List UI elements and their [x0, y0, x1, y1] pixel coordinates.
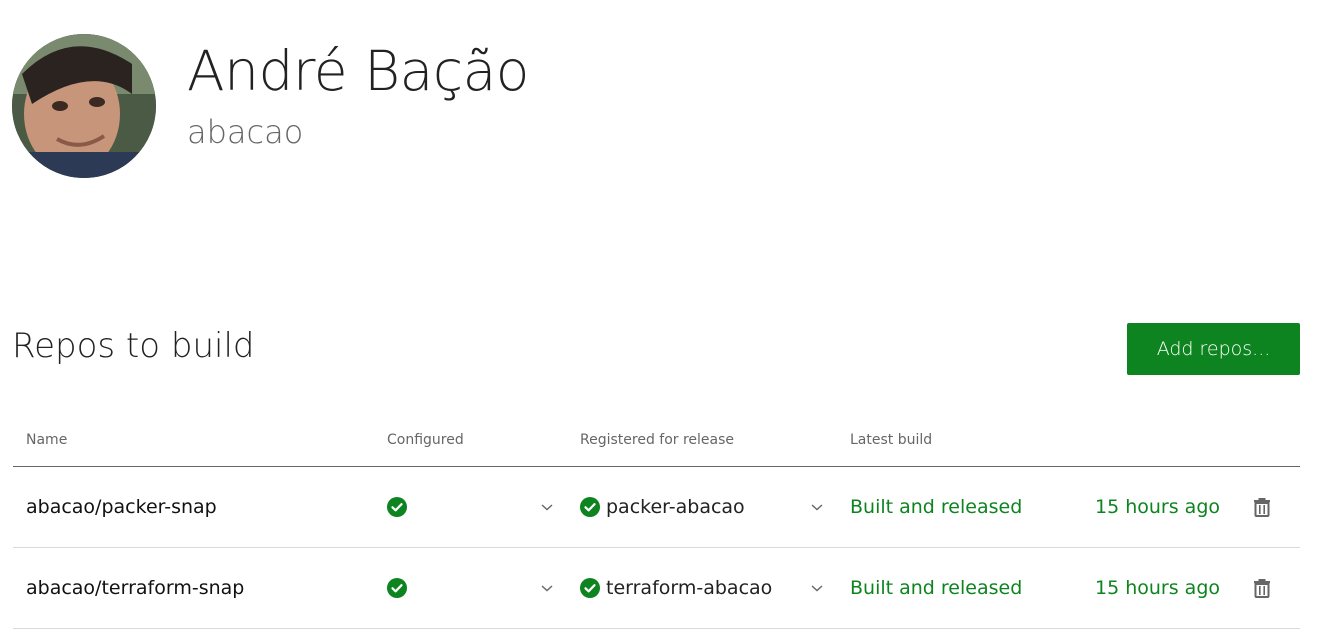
check-circle-icon — [580, 497, 600, 517]
build-time: 15 hours ago — [1095, 577, 1221, 599]
build-time-cell: 15 hours ago — [1095, 548, 1220, 628]
chevron-down-icon[interactable] — [810, 500, 824, 514]
header-name: Name — [26, 432, 68, 448]
build-status-link[interactable]: Built and released — [850, 496, 1022, 518]
configured-cell — [387, 467, 407, 547]
check-circle-icon — [387, 497, 407, 517]
registered-cell: terraform-abacao — [580, 548, 772, 628]
chevron-down-icon[interactable] — [540, 500, 554, 514]
configured-toggle[interactable] — [540, 548, 554, 628]
header-configured: Configured — [387, 432, 464, 448]
avatar-photo — [12, 34, 156, 178]
build-status-cell: Built and released — [850, 467, 1022, 547]
snap-name: packer-abacao — [606, 496, 745, 518]
add-repos-button[interactable]: Add repos... — [1127, 323, 1300, 375]
repo-name: abacao/packer-snap — [26, 496, 217, 518]
registered-toggle[interactable] — [810, 548, 824, 628]
table-header: Name Configured Registered for release L… — [13, 418, 1300, 467]
chevron-down-icon[interactable] — [540, 581, 554, 595]
table-row: abacao/terraform-snap terraform-abacao B… — [13, 548, 1300, 629]
chevron-down-icon[interactable] — [810, 581, 824, 595]
table-row: abacao/packer-snap packer-abacao Built a… — [13, 467, 1300, 548]
header-latest-build: Latest build — [850, 432, 933, 448]
configured-cell — [387, 548, 407, 628]
repos-table: Name Configured Registered for release L… — [13, 418, 1300, 629]
trash-icon[interactable] — [1251, 496, 1273, 518]
delete-cell — [1251, 467, 1273, 547]
delete-cell — [1251, 548, 1273, 628]
snap-name: terraform-abacao — [606, 577, 773, 599]
section-title: Repos to build — [12, 326, 255, 366]
build-status-cell: Built and released — [850, 548, 1022, 628]
build-status-link[interactable]: Built and released — [850, 577, 1022, 599]
repo-name-cell: abacao/packer-snap — [26, 467, 217, 547]
profile-username: abacao — [187, 113, 304, 151]
profile-display-name: André Bação — [187, 39, 529, 103]
check-circle-icon — [387, 578, 407, 598]
avatar — [12, 34, 156, 178]
registered-cell: packer-abacao — [580, 467, 745, 547]
repo-name-cell: abacao/terraform-snap — [26, 548, 244, 628]
repo-name: abacao/terraform-snap — [26, 577, 245, 599]
trash-icon[interactable] — [1251, 577, 1273, 599]
build-time-cell: 15 hours ago — [1095, 467, 1220, 547]
check-circle-icon — [580, 578, 600, 598]
build-time: 15 hours ago — [1095, 496, 1221, 518]
header-registered: Registered for release — [580, 432, 735, 448]
configured-toggle[interactable] — [540, 467, 554, 547]
registered-toggle[interactable] — [810, 467, 824, 547]
